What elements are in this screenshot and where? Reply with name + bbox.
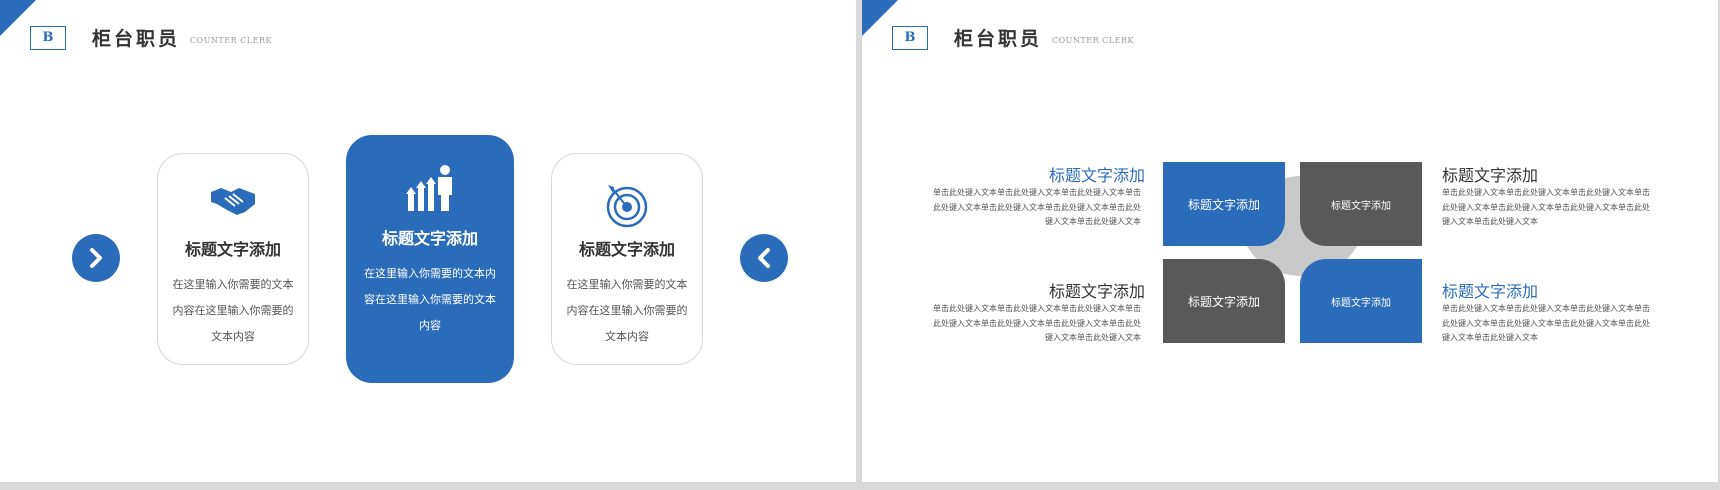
card-body: 在这里输入你需要的文本内容在这里输入你需要的文本内容 xyxy=(364,267,496,332)
target-icon xyxy=(552,182,702,228)
section-badge: B xyxy=(30,26,66,50)
block-title-top-left: 标题文字添加 xyxy=(1048,166,1145,185)
slide-right: B 柜台职员 COUNTER CLERK 标题文字添加 标题文字添加 标题文字添… xyxy=(862,0,1718,482)
feature-card-1: 标题文字添加 在这里输入你需要的文本内容在这里输入你需要的文本内容 xyxy=(157,153,309,365)
block-title-bottom-right: 标题文字添加 xyxy=(1442,282,1539,301)
slide-left: B 柜台职员 COUNTER CLERK 标题文字添加 在这里输入你需要的文本内… xyxy=(0,0,856,482)
page-subtitle: COUNTER CLERK xyxy=(1052,36,1134,45)
card-body: 在这里输入你需要的文本内容在这里输入你需要的文本内容 xyxy=(172,278,294,343)
quadrant-bottom-right: 标题文字添加 xyxy=(1300,259,1422,343)
card-body: 在这里输入你需要的文本内容在这里输入你需要的文本内容 xyxy=(566,278,688,343)
feature-card-3: 标题文字添加 在这里输入你需要的文本内容在这里输入你需要的文本内容 xyxy=(551,153,703,365)
next-button[interactable] xyxy=(72,234,120,282)
card-title: 标题文字添加 xyxy=(578,240,675,259)
block-body-bottom-left: 单击此处键入文本单击此处键入文本单击此处键入文本单击此处键入文本单击此处键入文本… xyxy=(933,304,1141,342)
handshake-icon xyxy=(158,182,308,222)
block-body-top-right: 单击此处键入文本单击此处键入文本单击此处键入文本单击此处键入文本单击此处键入文本… xyxy=(1442,188,1650,226)
quadrant-bottom-left: 标题文字添加 xyxy=(1163,259,1285,343)
block-title-bottom-left: 标题文字添加 xyxy=(1048,282,1145,301)
prev-button[interactable] xyxy=(740,234,788,282)
feature-card-2: 标题文字添加 在这里输入你需要的文本内容在这里输入你需要的文本内容 xyxy=(346,135,514,383)
page-title: 柜台职员 xyxy=(92,28,181,50)
page-title: 柜台职员 xyxy=(954,28,1043,50)
page-subtitle: COUNTER CLERK xyxy=(190,36,272,45)
card-title: 标题文字添加 xyxy=(381,229,478,248)
card-title: 标题文字添加 xyxy=(184,240,281,259)
block-body-top-left: 单击此处键入文本单击此处键入文本单击此处键入文本单击此处键入文本单击此处键入文本… xyxy=(933,188,1141,226)
growth-person-icon xyxy=(346,163,514,213)
chevron-left-icon xyxy=(758,248,770,268)
chevron-right-icon xyxy=(90,248,102,268)
block-body-bottom-right: 单击此处键入文本单击此处键入文本单击此处键入文本单击此处键入文本单击此处键入文本… xyxy=(1442,304,1650,342)
block-title-top-right: 标题文字添加 xyxy=(1442,166,1539,185)
quadrant-top-left: 标题文字添加 xyxy=(1163,162,1285,246)
quadrant-top-right: 标题文字添加 xyxy=(1300,162,1422,246)
section-badge: B xyxy=(892,26,928,50)
